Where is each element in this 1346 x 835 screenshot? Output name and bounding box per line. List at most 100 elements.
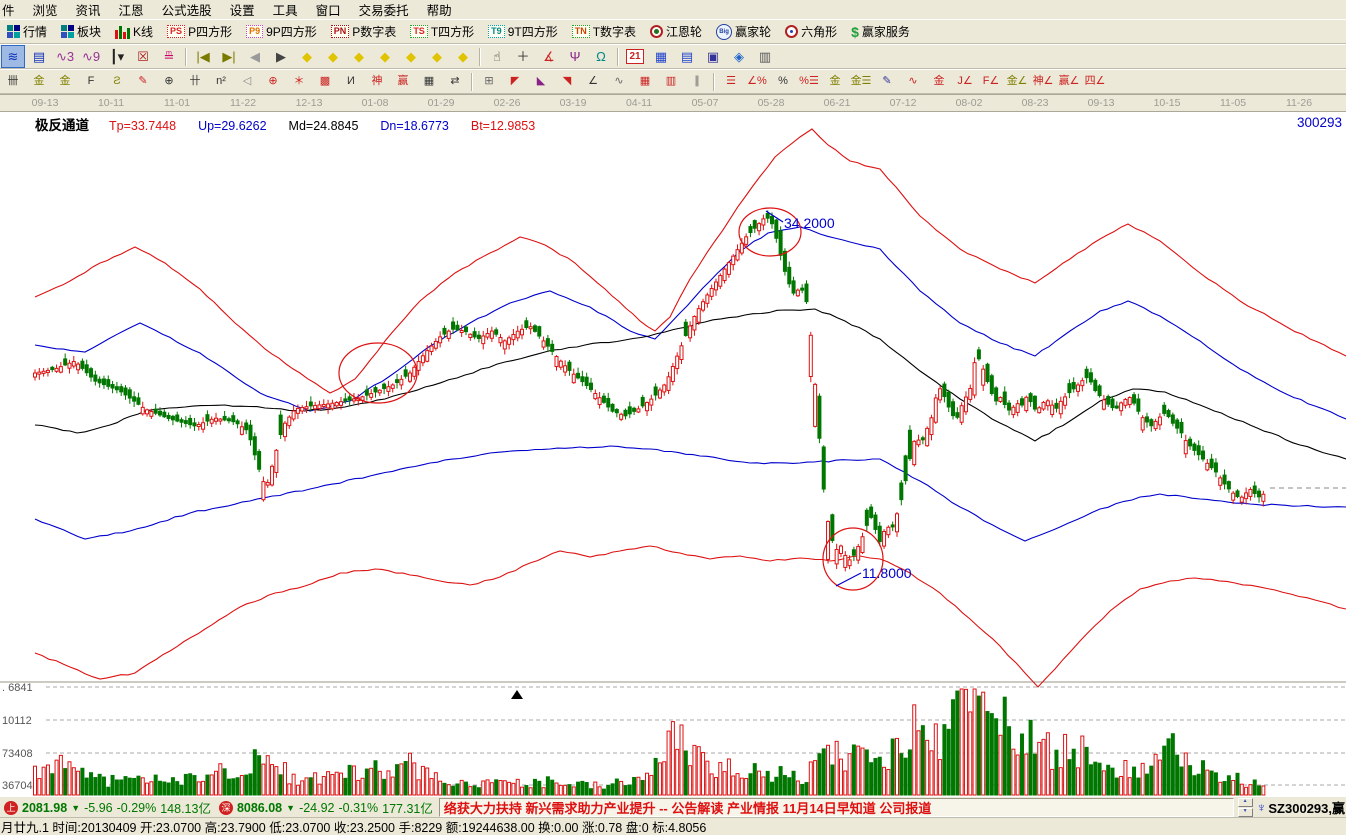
sh-index[interactable]: 上 2081.98 ▼ -5.96 -0.29% 148.13亿 bbox=[0, 798, 215, 817]
menu-item-1[interactable]: 浏览 bbox=[24, 0, 67, 20]
wave-red-button[interactable]: ∿ bbox=[901, 70, 925, 93]
starburst-tool-button[interactable]: ＊ bbox=[287, 70, 311, 93]
toolbar-hexagon[interactable]: 六角形 bbox=[778, 23, 844, 40]
save-button[interactable]: ▣ bbox=[701, 45, 725, 68]
wave-3-button[interactable]: ∿3 bbox=[53, 45, 77, 68]
news-ticker[interactable]: 络获大力扶持 新兴需求助力产业提升 -- 公告解读 产业情报 11月14日早知道… bbox=[439, 798, 1234, 817]
red-grid-2-button[interactable]: ▥ bbox=[659, 70, 683, 93]
shen-ruler-button[interactable]: 神 bbox=[365, 70, 389, 93]
menu-item-0[interactable]: 件 bbox=[0, 0, 24, 20]
menu-item-3[interactable]: 江恩 bbox=[110, 0, 153, 20]
percent-lines-button[interactable]: %☰ bbox=[797, 70, 821, 93]
menu-item-6[interactable]: 工具 bbox=[264, 0, 307, 20]
red-grid-button[interactable]: ▦ bbox=[633, 70, 657, 93]
pattern-tool-button[interactable]: Ω bbox=[589, 45, 613, 68]
toolbar-9p-square[interactable]: P99P四方形 bbox=[239, 23, 324, 40]
gold-angle-button[interactable]: 金∠ bbox=[1005, 70, 1029, 93]
n-square-button[interactable]: n² bbox=[209, 70, 233, 93]
shen-angle-button[interactable]: 神∠ bbox=[1031, 70, 1055, 93]
fan-box-button[interactable]: ◣ bbox=[529, 70, 553, 93]
remote-pc-button[interactable]: ▥ bbox=[753, 45, 777, 68]
toolbar-winner-service[interactable]: $赢家服务 bbox=[844, 23, 917, 40]
shift-right-button[interactable]: ◆ bbox=[321, 45, 345, 68]
shift-left-button[interactable]: ◆ bbox=[295, 45, 319, 68]
cycle-circle-button[interactable]: ⊕ bbox=[157, 70, 181, 93]
percent-angle-button[interactable]: ∠% bbox=[745, 70, 769, 93]
volume-distribution-button[interactable]: ≞ bbox=[157, 45, 181, 68]
ying-angle-button[interactable]: 赢∠ bbox=[1057, 70, 1081, 93]
menu-item-8[interactable]: 交易委托 bbox=[350, 0, 418, 20]
toolbar-winner-wheel[interactable]: Big赢家轮 bbox=[709, 23, 778, 40]
calculator-button[interactable]: ▦ bbox=[649, 45, 673, 68]
trend-lines-button[interactable]: ∠ bbox=[581, 70, 605, 93]
menu-item-4[interactable]: 公式选股 bbox=[153, 0, 221, 20]
toolbar-quotes[interactable]: 行情 bbox=[0, 23, 54, 40]
box-tool-button[interactable]: ⊞ bbox=[477, 70, 501, 93]
target-tool-button[interactable]: ⊕ bbox=[261, 70, 285, 93]
dense-grid-button[interactable]: ▦ bbox=[417, 70, 441, 93]
next-screen-button[interactable]: ▶ bbox=[269, 45, 293, 68]
chart-area[interactable]: . 684110112734083670434.200011.8000 极反通道… bbox=[0, 111, 1346, 796]
network-tool-button[interactable]: ◈ bbox=[727, 45, 751, 68]
spiral-ruler-button[interactable]: Ƨ bbox=[105, 70, 129, 93]
zigzag-tool-button[interactable]: ∿ bbox=[607, 70, 631, 93]
wave-9-button[interactable]: ∿9 bbox=[79, 45, 103, 68]
comb-ruler-button[interactable]: 卌 bbox=[1, 70, 25, 93]
prev-screen-button[interactable]: ◀ bbox=[243, 45, 267, 68]
menu-item-7[interactable]: 窗口 bbox=[307, 0, 350, 20]
ticker-spinner[interactable]: ▲ ▼ bbox=[1238, 798, 1253, 817]
flag-tool-button[interactable]: ◁ bbox=[235, 70, 259, 93]
menu-item-5[interactable]: 设置 bbox=[221, 0, 264, 20]
shift-both-button[interactable]: ◆ bbox=[347, 45, 371, 68]
marker-pen-button[interactable]: ✎ bbox=[131, 70, 155, 93]
menu-item-2[interactable]: 资讯 bbox=[67, 0, 110, 20]
wave-mark-button[interactable]: И bbox=[339, 70, 363, 93]
menu-item-9[interactable]: 帮助 bbox=[418, 0, 461, 20]
spinner-up-icon[interactable]: ▲ bbox=[1238, 798, 1253, 807]
sz-index[interactable]: 深 8086.08 ▼ -24.92 -0.31% 177.31亿 bbox=[215, 798, 437, 817]
compress-right-button[interactable]: ◆ bbox=[399, 45, 423, 68]
toolbar-t-number-table[interactable]: TNT数字表 bbox=[565, 23, 643, 40]
main-chart-view-button[interactable]: ≋ bbox=[1, 45, 25, 68]
toolbar-p-number-table[interactable]: PNP数字表 bbox=[324, 23, 404, 40]
calendar-button[interactable]: 21 bbox=[623, 45, 647, 68]
gann-box-button[interactable]: ☒ bbox=[131, 45, 155, 68]
grid-ruler-button[interactable]: 卄 bbox=[183, 70, 207, 93]
gold-lines-button[interactable]: 金☰ bbox=[849, 70, 873, 93]
f10-report-button[interactable]: ▤ bbox=[27, 45, 51, 68]
gann-shape-tool-button[interactable]: Ψ bbox=[563, 45, 587, 68]
measure-pen-button[interactable]: ✎ bbox=[875, 70, 899, 93]
gold-ruler-2-button[interactable]: 金 bbox=[53, 70, 77, 93]
toolbar-t-square[interactable]: TST四方形 bbox=[403, 23, 481, 40]
j-angle-button[interactable]: J∠ bbox=[953, 70, 977, 93]
percent-button[interactable]: % bbox=[771, 70, 795, 93]
zoom-fit-button[interactable]: ◆ bbox=[451, 45, 475, 68]
f-angle-button[interactable]: F∠ bbox=[979, 70, 1003, 93]
spinner-down-icon[interactable]: ▼ bbox=[1238, 808, 1253, 817]
toolbar-gann-wheel[interactable]: 江恩轮 bbox=[643, 23, 709, 40]
toolbar-kline[interactable]: K线 bbox=[108, 23, 160, 40]
hand-tool-button[interactable]: ☝ bbox=[485, 45, 509, 68]
level-lines-button[interactable]: ☰ bbox=[719, 70, 743, 93]
notepad-button[interactable]: ▤ bbox=[675, 45, 699, 68]
square-grid-button[interactable]: ▩ bbox=[313, 70, 337, 93]
fan-square-button[interactable]: ◥ bbox=[555, 70, 579, 93]
fib-ruler-button[interactable]: F bbox=[79, 70, 103, 93]
toolbar-p-square[interactable]: PSP四方形 bbox=[160, 23, 239, 40]
ying-ruler-button[interactable]: 赢 bbox=[391, 70, 415, 93]
gold-ruler-1-button[interactable]: 金 bbox=[27, 70, 51, 93]
toolbar-9t-square[interactable]: T99T四方形 bbox=[481, 23, 565, 40]
last-screen-button[interactable]: ▶| bbox=[217, 45, 241, 68]
angle-measure-button[interactable]: ∡ bbox=[537, 45, 561, 68]
chart-canvas[interactable]: . 684110112734083670434.200011.8000 bbox=[0, 112, 1346, 797]
compress-left-button[interactable]: ◆ bbox=[373, 45, 397, 68]
parallel-lines-button[interactable]: ∥ bbox=[685, 70, 709, 93]
compress-both-button[interactable]: ◆ bbox=[425, 45, 449, 68]
toolbar-sectors[interactable]: 板块 bbox=[54, 23, 108, 40]
fan-lines-button[interactable]: ◤ bbox=[503, 70, 527, 93]
gold-circle-button[interactable]: 金 bbox=[823, 70, 847, 93]
gold-red-button[interactable]: 金 bbox=[927, 70, 951, 93]
candle-period-button[interactable]: ┃▾ bbox=[105, 45, 129, 68]
si-angle-button[interactable]: 四∠ bbox=[1083, 70, 1107, 93]
first-screen-button[interactable]: |◀ bbox=[191, 45, 215, 68]
